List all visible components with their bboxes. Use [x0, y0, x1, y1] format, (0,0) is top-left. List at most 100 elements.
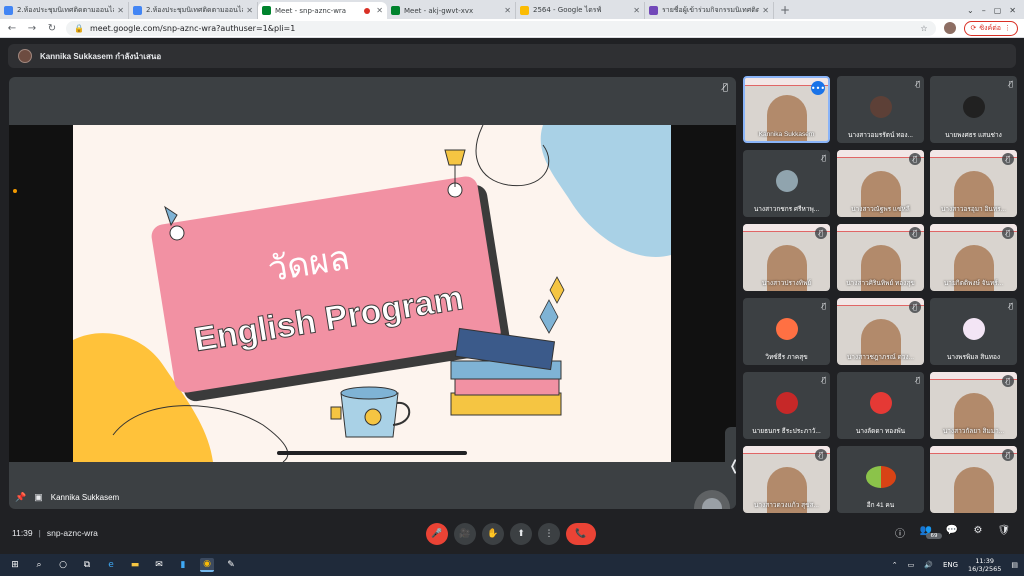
meeting-details-icon[interactable]: ⓘ	[892, 525, 908, 547]
stage-presenter-name: Kannika Sukkasem	[50, 493, 120, 502]
browser-tab[interactable]: 2.ห้องประชุมนิเทศติดตามออนไลน์ ภาคเรี✕	[129, 2, 258, 19]
participant-tile[interactable]: 🎙̸ นางสาวชฎาภรณ์ ดวง...	[837, 298, 924, 365]
lock-icon[interactable]: 🔒	[74, 24, 84, 33]
center-controls: 🎤 🎥 ✋ ⬆ ⋮ 📞	[426, 523, 596, 545]
network-icon[interactable]: ▭	[908, 561, 915, 569]
browser-tab[interactable]: 2.ห้องประชุมนิเทศติดตามออนไลน์ ภาคเรี✕	[0, 2, 129, 19]
volume-icon[interactable]: 🔊	[924, 561, 933, 569]
camera-toggle-button[interactable]: 🎥	[454, 523, 476, 545]
more-vert-icon: ⋮	[544, 529, 554, 539]
participant-tile[interactable]: 🎙̸ นางสาวปรางทิพย์	[743, 224, 830, 291]
tab-title: Meet - snp-aznc-wra	[275, 6, 347, 15]
sync-button[interactable]: ⟳ ซิงค์ต่อ ⋮	[963, 20, 1018, 36]
pin-icon[interactable]: 📌	[15, 492, 26, 503]
screen-share-icon: ▣	[34, 492, 43, 502]
chrome-icon[interactable]: ◉	[200, 558, 214, 572]
participant-name: นางลัดดา ทองพัน	[855, 428, 906, 435]
tray-chevron-icon[interactable]: ⌃	[892, 561, 898, 569]
search-icon[interactable]: ⌕	[32, 558, 46, 572]
participant-tile[interactable]: 🎙̸ นางพรพิมล สินทอง	[930, 298, 1017, 365]
participant-tile[interactable]: 🎙̸ นางสาวอมรรัตน์ ทอง...	[837, 76, 924, 143]
blue-blob	[540, 125, 671, 257]
participant-tile[interactable]: 🎙̸ นางสาวกัลยา สิมมา...	[930, 372, 1017, 439]
presenter-avatar	[18, 49, 32, 63]
activities-icon[interactable]: ⚙	[970, 525, 986, 547]
participant-tile[interactable]: 🎙̸ นางสาวศิรินทิพย์ ทองสุข	[837, 224, 924, 291]
participant-tile[interactable]: ••• Kannika Sukkasem	[743, 76, 830, 143]
chat-icon[interactable]: 💬	[944, 525, 960, 547]
close-tab-icon[interactable]: ✕	[504, 6, 511, 15]
mic-muted-icon: 🎙̸	[821, 302, 826, 310]
new-tab-button[interactable]: +	[774, 2, 796, 19]
url-field[interactable]: 🔒 meet.google.com/snp-aznc-wra?authuser=…	[66, 20, 936, 36]
tab-search-icon[interactable]: ⌄	[967, 6, 974, 15]
hand-icon: ✋	[487, 529, 499, 539]
participant-grid: ••• Kannika Sukkasem 🎙̸ นางสาวอมรรัตน์ ทอง.…	[743, 76, 1019, 516]
present-button[interactable]: ⬆	[510, 523, 532, 545]
participant-tile[interactable]: 🎙̸ นางสาวอรอุมา อินทร...	[930, 150, 1017, 217]
stage-scroll-handle[interactable]	[277, 451, 467, 455]
more-participants-tile[interactable]: อีก 41 คน	[837, 446, 924, 513]
tile-options-icon[interactable]: •••	[811, 81, 825, 95]
app-icon[interactable]: ✎	[224, 558, 238, 572]
stage-label: 📌 ▣ Kannika Sukkasem	[15, 492, 119, 503]
tab-favicon-icon	[262, 6, 271, 15]
tab-favicon-icon	[4, 6, 13, 15]
bookmark-star-icon[interactable]: ☆	[920, 24, 927, 33]
cortana-icon[interactable]: ○	[56, 558, 70, 572]
meeting-time: 11:39	[12, 528, 33, 538]
participant-avatar	[869, 96, 892, 118]
store-icon[interactable]: ▮	[176, 558, 190, 572]
right-controls: ⓘ 👥69 💬 ⚙ 🛡	[892, 525, 1012, 547]
clock[interactable]: 11:39 16/3/2565	[968, 557, 1001, 573]
participant-tile[interactable]: 🎙̸ วิทซ์ธีร ภาคสุข	[743, 298, 830, 365]
participant-tile[interactable]: 🎙̸ นางสาวณัฐพร แซ่หลี	[837, 150, 924, 217]
browser-tab[interactable]: 2564 - Google ไดรฟ์ ✕	[516, 2, 645, 19]
language-indicator[interactable]: ENG	[943, 561, 958, 569]
participant-name: นายธนกร ธีระประภาวั...	[752, 428, 821, 435]
self-bubble-avatar	[702, 498, 722, 509]
back-icon[interactable]: ←	[6, 23, 18, 34]
collapse-sidebar-button[interactable]: ❬	[725, 427, 736, 505]
browser-tab[interactable]: รายชื่อผู้เข้าร่วมกิจกรรมนิเทศติดตามออ✕	[645, 2, 774, 19]
clock-date: 16/3/2565	[968, 565, 1002, 573]
host-controls-icon[interactable]: 🛡	[996, 525, 1012, 547]
forward-icon[interactable]: →	[26, 23, 38, 34]
edge-icon[interactable]: e	[104, 558, 118, 572]
book-stack	[450, 327, 562, 416]
notification-icon[interactable]: ▤	[1011, 561, 1018, 569]
close-tab-icon[interactable]: ✕	[117, 6, 124, 15]
mic-toggle-button[interactable]: 🎤	[426, 523, 448, 545]
close-window-icon[interactable]: ✕	[1009, 6, 1016, 15]
raise-hand-button[interactable]: ✋	[482, 523, 504, 545]
browser-tab[interactable]: Meet - akj-gwvt-xvx ✕	[387, 2, 516, 19]
mic-muted-icon: 🎙̸	[1002, 227, 1014, 239]
people-button[interactable]: 👥69	[918, 525, 942, 547]
close-tab-icon[interactable]: ✕	[376, 6, 383, 15]
participant-tile[interactable]: 🎙̸ นางสาวดวงแก้ว สุขส...	[743, 446, 830, 513]
participant-tile[interactable]: 🎙̸	[930, 446, 1017, 513]
maximize-icon[interactable]: ▢	[994, 6, 1002, 15]
participant-tile[interactable]: 🎙̸ นางสาวกชกร ศรีหาพุ...	[743, 150, 830, 217]
minimize-icon[interactable]: –	[982, 6, 986, 15]
participant-tile[interactable]: 🎙̸ นายพงศธร แสนช่าง	[930, 76, 1017, 143]
leave-call-button[interactable]: 📞	[566, 523, 596, 545]
participant-tile[interactable]: 🎙̸ นางลัดดา ทองพัน	[837, 372, 924, 439]
file-explorer-icon[interactable]: ▬	[128, 558, 142, 572]
close-tab-icon[interactable]: ✕	[633, 6, 640, 15]
participant-tile[interactable]: 🎙̸ นายกิตติพงษ์ จันทร์...	[930, 224, 1017, 291]
tab-strip: 2.ห้องประชุมนิเทศติดตามออนไลน์ ภาคเรี✕2.…	[0, 2, 774, 19]
close-tab-icon[interactable]: ✕	[762, 6, 769, 15]
tab-title: 2.ห้องประชุมนิเทศติดตามออนไลน์ ภาคเรี	[17, 6, 115, 14]
close-tab-icon[interactable]: ✕	[246, 6, 253, 15]
reload-icon[interactable]: ↻	[46, 23, 58, 34]
windows-start-icon[interactable]: ⊞	[8, 558, 22, 572]
profile-avatar[interactable]	[943, 22, 956, 34]
more-options-button[interactable]: ⋮	[538, 523, 560, 545]
mail-icon[interactable]: ✉	[152, 558, 166, 572]
doodle-line-top	[475, 125, 550, 187]
browser-tab[interactable]: Meet - snp-aznc-wra ✕	[258, 2, 387, 19]
tab-title: Meet - akj-gwvt-xvx	[404, 6, 474, 15]
task-view-icon[interactable]: ⧉	[80, 558, 94, 572]
participant-tile[interactable]: 🎙̸ นายธนกร ธีระประภาวั...	[743, 372, 830, 439]
